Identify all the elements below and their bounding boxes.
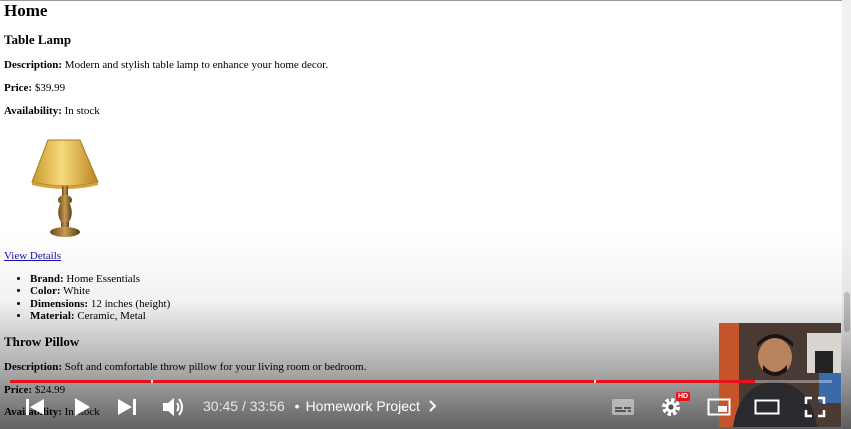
- availability-label: Availability:: [4, 105, 62, 117]
- product-title: Throw Pillow: [4, 334, 80, 349]
- price-value: $39.99: [34, 82, 66, 94]
- spec-color: Color: White: [30, 285, 170, 297]
- product-price: Price: $39.99: [4, 82, 65, 94]
- table-lamp-image: [31, 139, 99, 237]
- previous-icon: [26, 399, 44, 415]
- hd-badge: HD: [676, 392, 691, 401]
- product-description: Description: Soft and comfortable throw …: [4, 361, 366, 373]
- next-icon: [118, 399, 136, 415]
- subtitles-button[interactable]: [608, 394, 638, 420]
- description-label: Description:: [4, 361, 63, 373]
- view-details-link[interactable]: View Details: [4, 250, 61, 262]
- product-title: Table Lamp: [4, 32, 72, 47]
- chapter-marker: [594, 380, 596, 383]
- fullscreen-icon: [804, 396, 826, 418]
- play-button[interactable]: [68, 394, 96, 420]
- volume-button[interactable]: [158, 394, 188, 420]
- next-button[interactable]: [114, 394, 140, 420]
- spec-dimensions: Dimensions: 12 inches (height): [30, 298, 170, 310]
- time-separator: /: [241, 398, 246, 414]
- description-text: Soft and comfortable throw pillow for yo…: [64, 361, 367, 373]
- chapter-marker: [151, 380, 153, 383]
- miniplayer-button[interactable]: [705, 394, 733, 420]
- chapter-link[interactable]: • Homework Project: [289, 398, 438, 414]
- product-availability: Availability: In stock: [4, 105, 100, 117]
- theater-icon: [754, 399, 780, 415]
- scrollbar-thumb[interactable]: [844, 292, 850, 332]
- chapter-title: Homework Project: [305, 398, 420, 414]
- fullscreen-button[interactable]: [801, 394, 829, 420]
- description-text: Modern and stylish table lamp to enhance…: [64, 59, 329, 71]
- spec-brand: Brand: Home Essentials: [30, 273, 170, 285]
- price-label: Price:: [4, 82, 33, 94]
- subtitles-icon: [612, 399, 634, 415]
- page-scrollbar[interactable]: [842, 0, 851, 429]
- play-icon: [75, 398, 90, 416]
- theater-mode-button[interactable]: [752, 394, 782, 420]
- volume-icon: [163, 398, 183, 416]
- product-description: Description: Modern and stylish table la…: [4, 59, 328, 71]
- chapter-bullet: •: [294, 398, 300, 414]
- previous-button[interactable]: [22, 394, 48, 420]
- progress-bar[interactable]: [10, 380, 832, 383]
- miniplayer-icon: [707, 398, 731, 416]
- description-label: Description:: [4, 59, 63, 71]
- current-time: 30:45: [203, 398, 239, 414]
- chevron-right-icon: [429, 400, 437, 412]
- availability-value: In stock: [64, 105, 100, 117]
- top-border: [0, 0, 851, 1]
- time-display: 30:45 / 33:56 • Homework Project: [203, 398, 438, 414]
- spec-material: Material: Ceramic, Metal: [30, 310, 170, 322]
- page-heading: Home: [4, 1, 48, 20]
- product-specs-list: Brand: Home Essentials Color: White Dime…: [4, 273, 170, 322]
- progress-played: [10, 380, 755, 383]
- duration: 33:56: [249, 398, 285, 414]
